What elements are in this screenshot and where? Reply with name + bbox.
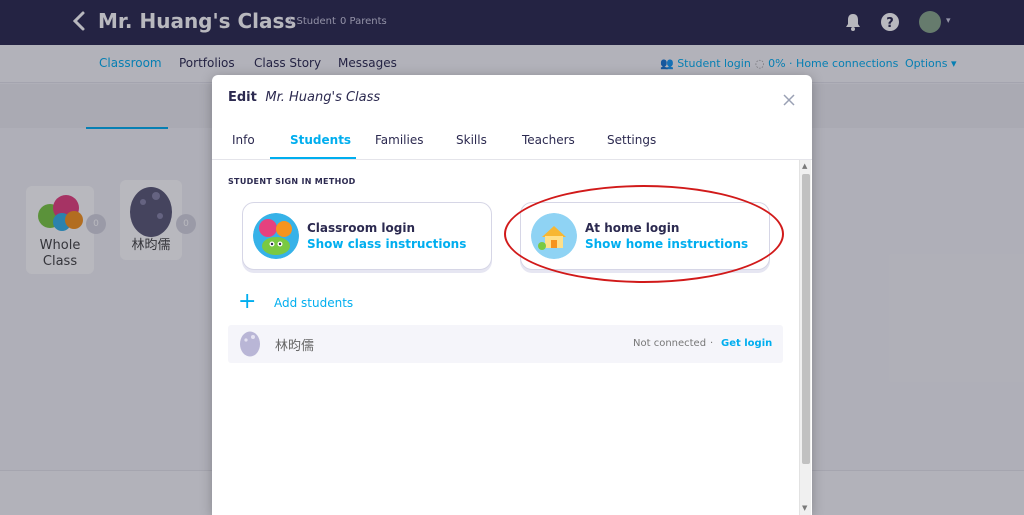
tab-skills[interactable]: Skills — [456, 133, 487, 147]
show-class-instructions-link[interactable]: Show class instructions — [307, 237, 466, 251]
classroom-monsters-icon — [253, 213, 299, 259]
student-row: 林昀儒 Not connected · Get login — [228, 325, 783, 363]
tab-families[interactable]: Families — [375, 133, 423, 147]
sign-in-method-label: STUDENT SIGN IN METHOD — [228, 177, 356, 186]
separator-dot: · — [710, 338, 714, 349]
classroom-login-card[interactable]: Classroom login Show class instructions — [242, 202, 492, 270]
tab-teachers[interactable]: Teachers — [522, 133, 575, 147]
tab-settings[interactable]: Settings — [607, 133, 656, 147]
modal-class-name: Mr. Huang's Class — [265, 90, 381, 105]
tab-students[interactable]: Students — [290, 133, 351, 147]
classroom-login-heading: Classroom login — [307, 221, 415, 235]
scroll-up-arrow-icon[interactable]: ▲ — [802, 162, 807, 170]
highlight-annotation — [504, 185, 784, 283]
scroll-down-arrow-icon[interactable]: ▼ — [802, 504, 807, 512]
egg-avatar-icon — [240, 331, 260, 357]
connection-status: Not connected — [633, 338, 707, 349]
add-students-label: Add students — [274, 296, 354, 310]
plus-icon: + — [238, 289, 257, 314]
modal-title: Edit Mr. Huang's Class — [228, 90, 381, 105]
tab-info[interactable]: Info — [232, 133, 255, 147]
get-login-link[interactable]: Get login — [721, 338, 772, 349]
student-name: 林昀儒 — [275, 339, 315, 354]
close-icon[interactable] — [782, 93, 796, 107]
edit-class-modal: Edit Mr. Huang's Class Info Students Fam… — [212, 75, 812, 515]
scrollbar-thumb[interactable] — [802, 174, 810, 464]
tab-divider — [212, 159, 812, 160]
modal-scrollbar[interactable]: ▲ ▼ — [799, 160, 811, 515]
